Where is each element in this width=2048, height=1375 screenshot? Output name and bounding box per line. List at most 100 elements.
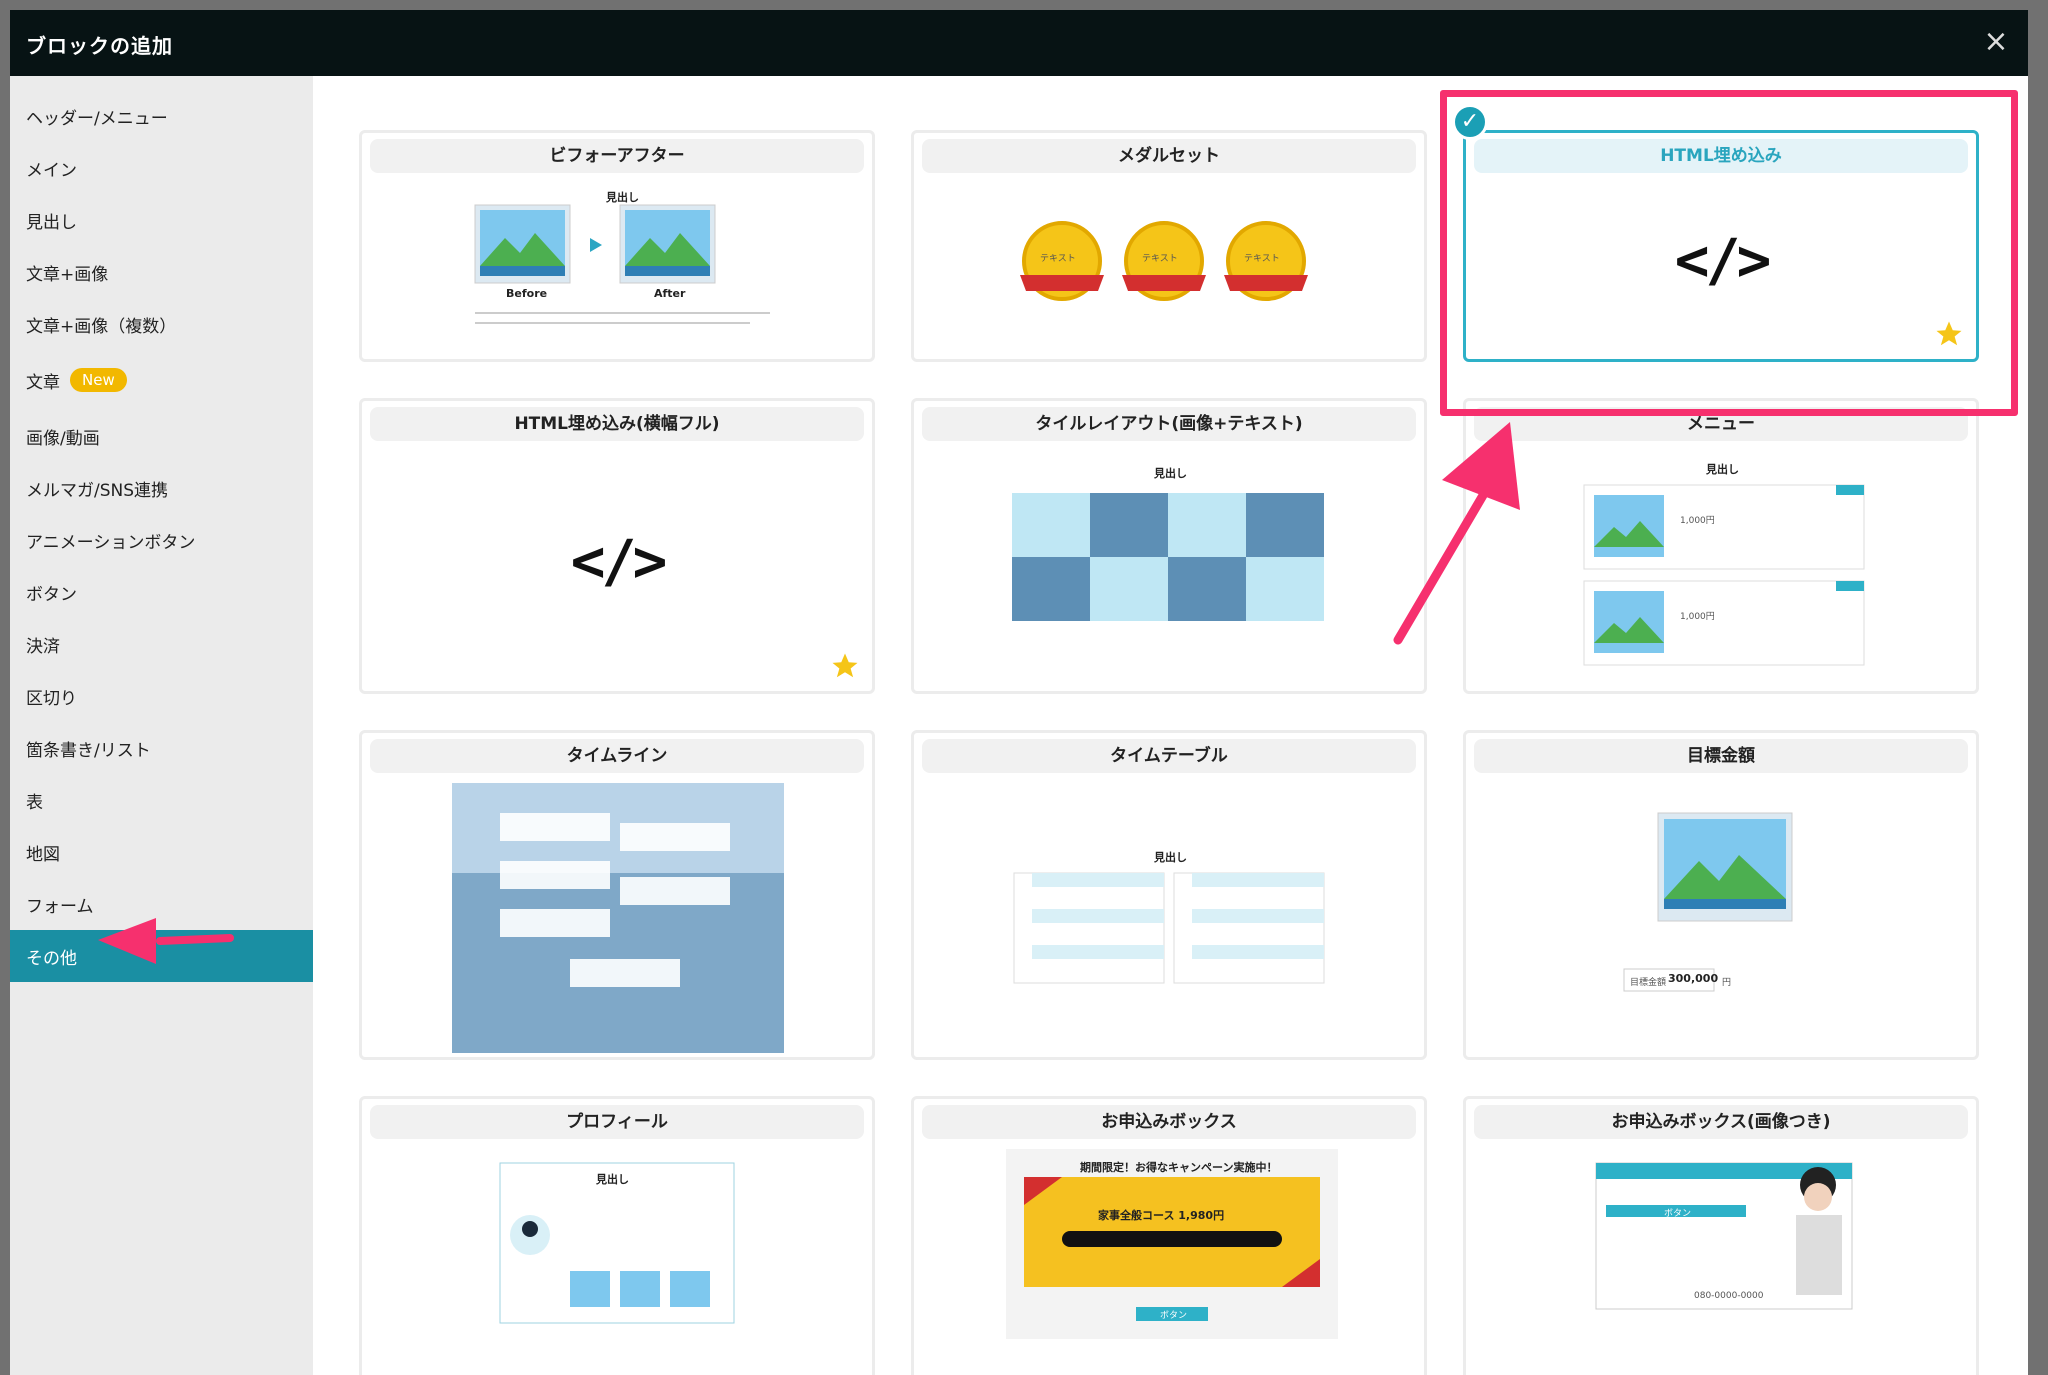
block-card-goal-amount[interactable]: 目標金額 目標金額 300,000 円 <box>1463 730 1979 1060</box>
card-title: お申込みボックス <box>922 1105 1416 1139</box>
modal-header: ブロックの追加 × <box>10 10 2028 76</box>
phone-number: 080-0000-0000 <box>1694 1291 1764 1301</box>
sidebar-item-label: 箇条書き/リスト <box>26 740 151 761</box>
category-sidebar: ヘッダー/メニュー メイン 見出し 文章+画像 文章+画像（複数） 文章 New … <box>10 76 313 1375</box>
block-card-html-embed[interactable]: HTML埋め込み </> <box>1463 130 1979 362</box>
application-box-image-preview: ボタン 080-0000-0000 <box>1474 1149 1968 1375</box>
preview-heading: 見出し <box>596 1173 629 1186</box>
campaign-headline: 期間限定！お得なキャンペーン実施中！ <box>1080 1161 1278 1174</box>
sidebar-item-list[interactable]: 箇条書き/リスト <box>10 722 313 774</box>
menu-preview: 見出し 1,000円 1,000円 <box>1474 451 1968 683</box>
block-card-timeline[interactable]: タイムライン <box>359 730 875 1060</box>
application-button: ボタン <box>1160 1311 1188 1321</box>
after-label: After <box>654 287 686 300</box>
sidebar-item-text[interactable]: 文章 New <box>10 350 313 410</box>
block-grid: ビフォーアフター 見出し Before After メダルセット テキスト テキ… <box>313 76 2028 1375</box>
sidebar-item-label: 区切り <box>26 688 77 709</box>
card-title: タイムライン <box>370 739 864 773</box>
medal-text: テキスト <box>1142 254 1178 264</box>
menu-price: 1,000円 <box>1680 516 1715 526</box>
sidebar-item-heading[interactable]: 見出し <box>10 194 313 246</box>
sidebar-item-label: 見出し <box>26 212 77 233</box>
new-badge: New <box>70 368 127 392</box>
before-after-illustration <box>474 204 770 324</box>
code-icon: </> <box>570 526 668 595</box>
timeline-preview <box>370 783 864 1053</box>
sidebar-item-divider[interactable]: 区切り <box>10 670 313 722</box>
before-image <box>474 204 571 284</box>
sidebar-item-label: ヘッダー/メニュー <box>26 108 168 129</box>
sidebar-item-map[interactable]: 地図 <box>10 826 313 878</box>
goal-amount-illustration <box>1623 812 1793 992</box>
sidebar-item-label: フォーム <box>26 896 94 917</box>
sidebar-item-text-image[interactable]: 文章+画像 <box>10 246 313 298</box>
medals-illustration <box>1020 221 1308 301</box>
modal-title: ブロックの追加 <box>26 34 173 58</box>
block-card-application-box-image[interactable]: お申込みボックス(画像つき) ボタン 080-0000-0000 <box>1463 1096 1979 1375</box>
timeline-illustration <box>452 783 784 1053</box>
campaign-course: 家事全般コース 1,980円 <box>1098 1209 1225 1222</box>
medal-text: テキスト <box>1040 254 1076 264</box>
preview-heading: 見出し <box>606 191 639 204</box>
code-icon: </> <box>1674 225 1772 294</box>
sidebar-item-animation-button[interactable]: アニメーションボタン <box>10 514 313 566</box>
block-card-application-box[interactable]: お申込みボックス 期間限定！お得なキャンペーン実施中！ 家事全般コース 1,98… <box>911 1096 1427 1375</box>
block-card-timetable[interactable]: タイムテーブル 見出し <box>911 730 1427 1060</box>
sidebar-item-label: メイン <box>26 160 77 181</box>
card-title: タイムテーブル <box>922 739 1416 773</box>
card-title: タイルレイアウト(画像+テキスト) <box>922 407 1416 441</box>
sidebar-item-newsletter-sns[interactable]: メルマガ/SNS連携 <box>10 462 313 514</box>
block-card-html-embed-full[interactable]: HTML埋め込み(横幅フル) </> <box>359 398 875 694</box>
goal-amount-label: 目標金額 <box>1630 978 1667 988</box>
timetable-preview: 見出し <box>922 783 1416 1049</box>
close-icon[interactable]: × <box>1976 22 2016 62</box>
block-card-tile-layout[interactable]: タイルレイアウト(画像+テキスト) 見出し <box>911 398 1427 694</box>
goal-amount-unit: 円 <box>1722 978 1732 988</box>
before-label: Before <box>506 287 548 300</box>
card-title: ビフォーアフター <box>370 139 864 173</box>
card-title: HTML埋め込み(横幅フル) <box>370 407 864 441</box>
sidebar-item-payment[interactable]: 決済 <box>10 618 313 670</box>
add-block-modal: ブロックの追加 × ヘッダー/メニュー メイン 見出し 文章+画像 文章+画像（… <box>10 10 2028 1375</box>
sidebar-item-label: アニメーションボタン <box>26 532 196 553</box>
card-title: HTML埋め込み <box>1474 139 1968 173</box>
card-title: メニュー <box>1474 407 1968 441</box>
selected-check-icon: ✓ <box>1452 104 1488 140</box>
sidebar-item-label: 文章+画像（複数） <box>26 316 177 337</box>
application-button: ボタン <box>1664 1209 1692 1219</box>
block-card-medal-set[interactable]: メダルセット テキスト テキスト テキスト <box>911 130 1427 362</box>
sidebar-item-label: メルマガ/SNS連携 <box>26 480 169 501</box>
medal-text: テキスト <box>1244 254 1280 264</box>
favorite-star-icon[interactable] <box>1934 319 1964 349</box>
preview-heading: 見出し <box>1154 851 1187 864</box>
sidebar-item-label: 文章 <box>26 372 60 393</box>
block-card-before-after[interactable]: ビフォーアフター 見出し Before After <box>359 130 875 362</box>
card-title: プロフィール <box>370 1105 864 1139</box>
sidebar-item-table[interactable]: 表 <box>10 774 313 826</box>
goal-amount-preview: 目標金額 300,000 円 <box>1474 783 1968 1049</box>
favorite-star-icon[interactable] <box>830 651 860 681</box>
sidebar-item-other[interactable]: その他 <box>10 930 313 982</box>
block-card-profile[interactable]: プロフィール 見出し <box>359 1096 875 1375</box>
sidebar-item-label: 決済 <box>26 636 60 657</box>
block-card-menu[interactable]: メニュー 見出し 1,000円 1,000円 <box>1463 398 1979 694</box>
application-box-illustration <box>1006 1149 1338 1339</box>
sidebar-item-form[interactable]: フォーム <box>10 878 313 930</box>
before-after-preview: 見出し Before After <box>370 183 864 351</box>
sidebar-item-button[interactable]: ボタン <box>10 566 313 618</box>
application-box-image-illustration <box>1595 1162 1853 1310</box>
sidebar-item-label: 文章+画像 <box>26 264 109 285</box>
application-box-preview: 期間限定！お得なキャンペーン実施中！ 家事全般コース 1,980円 ボタン <box>922 1149 1416 1375</box>
card-title: 目標金額 <box>1474 739 1968 773</box>
medal-set-preview: テキスト テキスト テキスト <box>922 183 1416 351</box>
card-title: メダルセット <box>922 139 1416 173</box>
sidebar-item-main[interactable]: メイン <box>10 142 313 194</box>
sidebar-item-text-image-multi[interactable]: 文章+画像（複数） <box>10 298 313 350</box>
sidebar-item-image-video[interactable]: 画像/動画 <box>10 410 313 462</box>
sidebar-item-label: 画像/動画 <box>26 428 100 449</box>
sidebar-item-header-menu[interactable]: ヘッダー/メニュー <box>10 90 313 142</box>
timetable-illustration <box>1013 872 1325 984</box>
goal-amount-value: 300,000 <box>1668 972 1719 985</box>
after-image <box>619 204 716 284</box>
tile-layout-preview: 見出し <box>922 451 1416 683</box>
